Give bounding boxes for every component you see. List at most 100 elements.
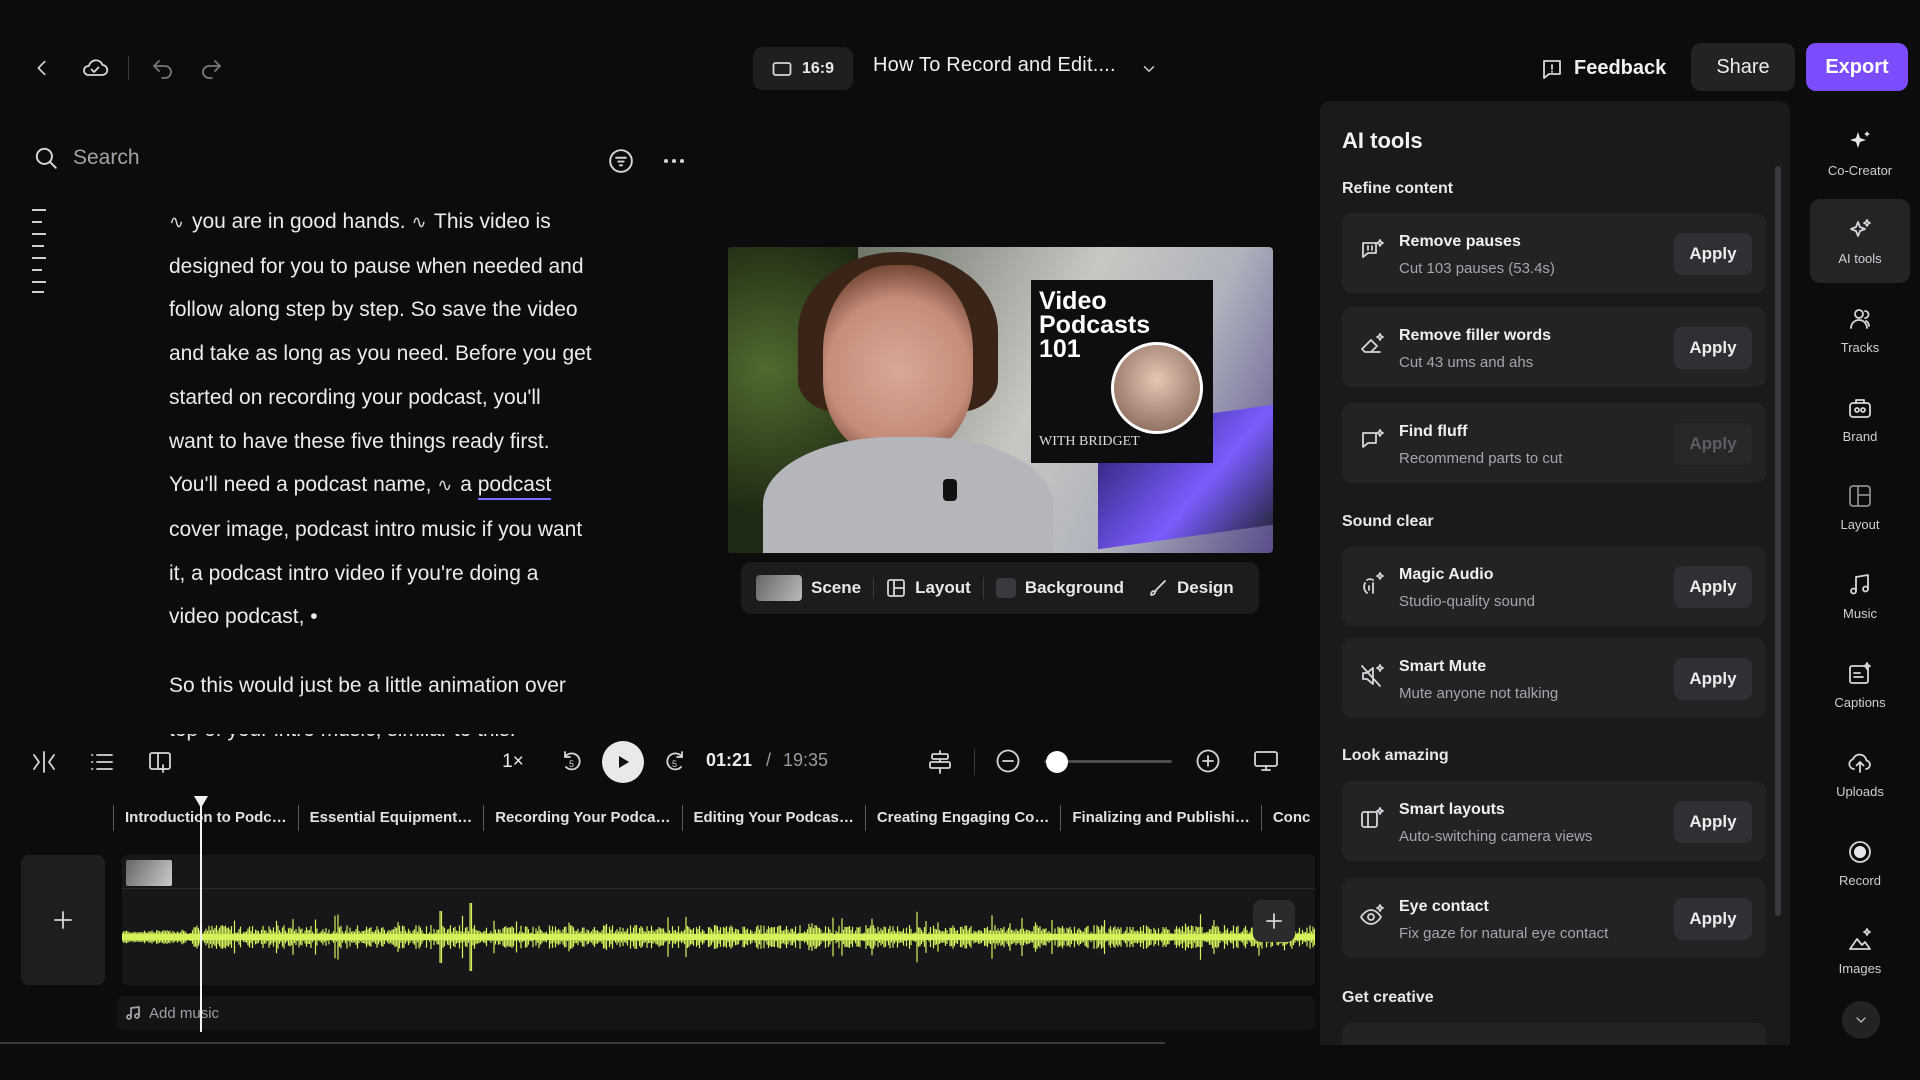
apply-button-disabled[interactable]: Apply (1674, 423, 1752, 465)
search-box[interactable]: Search (33, 145, 140, 171)
back-button[interactable] (28, 54, 56, 82)
cursor-dot: • (310, 605, 318, 629)
tool-smart-layouts[interactable]: Smart layouts Auto-switching camera view… (1342, 781, 1766, 861)
eye-sparkle-icon (1360, 904, 1384, 925)
tool-magic-audio[interactable]: Magic Audio Studio-quality sound Apply (1342, 546, 1766, 626)
chapter-marker[interactable]: Creating Engaging Co… (864, 805, 1061, 831)
zoom-in-button[interactable] (1194, 747, 1222, 775)
design-button[interactable]: Design (1136, 578, 1246, 598)
project-title[interactable]: How To Record and Edit.... (873, 54, 1116, 77)
export-button[interactable]: Export (1806, 43, 1908, 91)
rewind-5-button[interactable]: 5 (557, 746, 587, 776)
chapter-marker[interactable]: Essential Equipment… (297, 805, 484, 831)
transcript-fade (160, 690, 680, 730)
tool-smart-mute[interactable]: Smart Mute Mute anyone not talking Apply (1342, 638, 1766, 718)
rail-music[interactable]: Music (1810, 554, 1910, 638)
chapter-marker[interactable]: Finalizing and Publishi… (1060, 805, 1261, 831)
add-track-button[interactable] (21, 855, 105, 985)
transcript-paragraph[interactable]: ∿ you are in good hands. ∿ This video is… (169, 200, 639, 639)
tool-eye-contact[interactable]: Eye contact Fix gaze for natural eye con… (1342, 878, 1766, 958)
undo-button[interactable] (148, 53, 178, 83)
filter-button[interactable] (605, 145, 637, 177)
playhead-handle[interactable] (193, 795, 209, 809)
layout-icon (887, 579, 905, 597)
split-icon (33, 751, 55, 773)
apply-button[interactable]: Apply (1674, 801, 1752, 843)
speed-button[interactable]: 1× (498, 748, 528, 776)
background-button[interactable]: Background (984, 578, 1136, 598)
rail-layout[interactable]: Layout (1810, 465, 1910, 549)
chapter-marker[interactable]: Editing Your Podcas… (681, 805, 865, 831)
redo-button[interactable] (196, 53, 226, 83)
video-track[interactable] (122, 855, 1315, 985)
chapter-marker[interactable]: Conc (1260, 805, 1315, 831)
project-menu-button[interactable] (1136, 56, 1162, 82)
section-refine-content: Refine content (1342, 180, 1454, 197)
chapter-marker[interactable]: Recording Your Podca… (483, 805, 681, 831)
apply-button[interactable]: Apply (1674, 233, 1752, 275)
align-button[interactable] (925, 747, 955, 777)
feedback-button[interactable]: Feedback (1540, 47, 1666, 90)
screen-icon (772, 61, 792, 76)
background-swatch-icon (995, 578, 1016, 598)
more-options-button[interactable] (658, 145, 690, 177)
panel-scrollbar[interactable] (1775, 166, 1781, 916)
scroll-minimap[interactable] (30, 208, 48, 294)
rail-brand[interactable]: Brand (1810, 377, 1910, 461)
rail-more-button[interactable] (1842, 1001, 1880, 1039)
filter-icon (609, 149, 633, 173)
plus-icon (54, 911, 72, 929)
forward-icon: 5 (666, 751, 683, 771)
chevron-left-icon (37, 60, 46, 76)
zoom-out-button[interactable] (994, 747, 1022, 775)
rail-ai-tools[interactable]: AI tools (1810, 199, 1910, 283)
cloud-sync-button[interactable] (78, 52, 112, 84)
rail-tracks[interactable]: Tracks (1810, 288, 1910, 372)
monitor-icon (1254, 751, 1278, 771)
scene-button[interactable]: Scene (756, 575, 873, 601)
rail-uploads[interactable]: Uploads (1810, 732, 1910, 816)
split-button[interactable] (30, 748, 58, 776)
tool-card-partial[interactable] (1342, 1023, 1766, 1045)
timeline-scrollbar[interactable] (0, 1042, 1165, 1044)
rail-images[interactable]: Images (1810, 909, 1910, 993)
rail-captions[interactable]: Captions (1810, 643, 1910, 727)
chapters-list-button[interactable] (88, 748, 116, 776)
pause-marker-icon[interactable]: ∿ (169, 212, 184, 232)
panel-toggle-button[interactable] (146, 748, 174, 776)
rail-co-creator[interactable]: Co-Creator (1810, 111, 1910, 195)
svg-text:5: 5 (672, 759, 677, 769)
audio-waveform[interactable] (122, 895, 1315, 980)
share-button[interactable]: Share (1691, 43, 1795, 91)
tool-remove-filler-words[interactable]: Remove filler words Cut 43 ums and ahs A… (1342, 307, 1766, 387)
search-placeholder: Search (73, 146, 140, 169)
pause-marker-icon[interactable]: ∿ (411, 212, 426, 232)
apply-button[interactable]: Apply (1674, 327, 1752, 369)
apply-button[interactable]: Apply (1674, 898, 1752, 940)
play-button[interactable] (602, 741, 644, 783)
layout-button[interactable]: Layout (874, 578, 983, 598)
add-music-row[interactable]: Add music (117, 996, 1315, 1030)
apply-button[interactable]: Apply (1674, 566, 1752, 608)
section-look-amazing: Look amazing (1342, 747, 1449, 764)
tool-remove-pauses[interactable]: Remove pauses Cut 103 pauses (53.4s) App… (1342, 213, 1766, 293)
zoom-slider-thumb[interactable] (1045, 751, 1068, 773)
chevron-down-icon (1143, 66, 1155, 72)
current-time: 01:21 (706, 750, 753, 770)
clip-strip[interactable] (122, 855, 1315, 889)
video-preview[interactable]: Video Podcasts 101 WITH BRIDGET (728, 247, 1273, 553)
add-clip-button[interactable] (1253, 900, 1295, 942)
forward-5-button[interactable]: 5 (660, 746, 690, 776)
tool-find-fluff[interactable]: Find fluff Recommend parts to cut Apply (1342, 403, 1766, 483)
apply-button[interactable]: Apply (1674, 658, 1752, 700)
fullscreen-preview-button[interactable] (1250, 747, 1282, 775)
align-center-icon (929, 750, 951, 774)
highlighted-word[interactable]: podcast (477, 473, 552, 501)
ai-tools-icon (1850, 218, 1871, 237)
minus-circle-icon (996, 749, 1020, 773)
pause-marker-icon[interactable]: ∿ (437, 475, 452, 495)
remove-pauses-icon (1362, 239, 1384, 258)
playhead[interactable] (200, 800, 202, 1032)
rail-record[interactable]: Record (1810, 821, 1910, 905)
aspect-ratio-button[interactable]: 16:9 (753, 47, 853, 90)
